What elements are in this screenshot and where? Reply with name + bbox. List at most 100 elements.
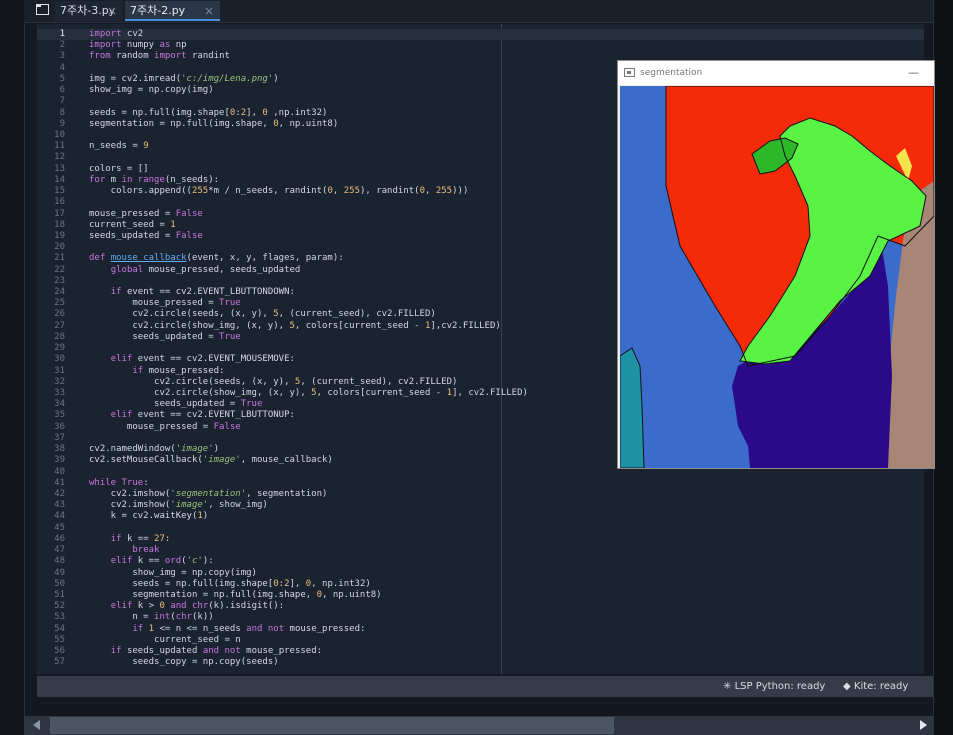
code-text: colors.append((255*m / n_seeds, randint(… — [89, 186, 469, 197]
code-line[interactable]: 54 if 1 <= n <= n_seeds and not mouse_pr… — [37, 624, 924, 635]
code-text: segmentation = np.full(img.shape, 0, np.… — [89, 118, 339, 129]
line-number: 1 — [59, 29, 65, 39]
code-text: if 1 <= n <= n_seeds and not mouse_press… — [132, 623, 366, 634]
horizontal-scrollbar[interactable] — [24, 716, 933, 735]
scrollbar-thumb[interactable] — [50, 717, 614, 734]
code-text: break — [132, 545, 160, 556]
code-line[interactable]: 43 cv2.imshow('image', show_img) — [37, 500, 924, 511]
code-text: cv2.namedWindow('image') — [89, 444, 220, 455]
line-number: 28 — [54, 331, 65, 342]
code-text: global mouse_pressed, seeds_updated — [110, 264, 301, 275]
line-number: 50 — [54, 578, 65, 589]
code-text: if event == cv2.EVENT_LBUTTONDOWN: — [110, 287, 295, 298]
code-line[interactable]: 48 elif k == ord('c'): — [37, 556, 924, 567]
code-text: cv2.imshow('image', show_img) — [89, 500, 268, 511]
code-text: n_seeds = 9 — [89, 141, 149, 152]
line-number: 22 — [54, 264, 65, 275]
segmentation-window[interactable]: segmentation — — [617, 60, 935, 469]
close-icon[interactable]: × — [204, 1, 214, 21]
line-number: 20 — [54, 242, 65, 253]
line-number: 48 — [54, 556, 65, 567]
kite-label: Kite: ready — [853, 681, 909, 692]
lsp-status[interactable]: ✳ LSP Python: ready — [723, 676, 825, 697]
code-text: show_img = np.copy(img) — [89, 85, 214, 96]
line-number: 13 — [54, 163, 65, 174]
line-number: 57 — [54, 657, 65, 668]
window-titlebar[interactable]: segmentation — — [618, 61, 934, 85]
code-text: seeds = np.full(img.shape[0:2], 0, np.in… — [89, 578, 371, 589]
line-number: 35 — [54, 410, 65, 421]
tab-7주차-3[interactable]: 7주차-3.py × — [55, 1, 123, 21]
tab-bar: 7주차-3.py × 7주차-2.py × — [24, 0, 933, 23]
line-number: 44 — [54, 511, 65, 522]
line-number: 3 — [59, 51, 65, 62]
kite-status[interactable]: ◆ Kite: ready — [843, 676, 908, 697]
line-number: 2 — [59, 40, 65, 51]
code-text: n = int(chr(k)) — [89, 612, 214, 623]
code-line[interactable]: 51 segmentation = np.full(img.shape, 0, … — [37, 590, 924, 601]
code-text: while True: — [89, 477, 149, 488]
code-line[interactable]: 50 seeds = np.full(img.shape[0:2], 0, np… — [37, 579, 924, 590]
line-number: 6 — [59, 85, 65, 96]
line-number: 45 — [54, 522, 65, 533]
line-number: 49 — [54, 567, 65, 578]
code-text: cv2.circle(seeds, (x, y), 5, (current_se… — [89, 309, 436, 320]
line-number: 46 — [54, 533, 65, 544]
code-line[interactable]: 41 while True: — [37, 478, 924, 489]
lsp-label: LSP Python: ready — [734, 681, 826, 692]
code-text: def mouse_callback(event, x, y, flages, … — [89, 253, 344, 264]
code-text: current_seed = 1 — [89, 219, 176, 230]
code-line[interactable]: 55 current_seed = n — [37, 635, 924, 646]
status-bar: ✳ LSP Python: ready ◆ Kite: ready — [37, 676, 933, 697]
line-number: 11 — [54, 141, 65, 152]
line-number: 10 — [54, 129, 65, 140]
minimize-button[interactable]: — — [908, 61, 919, 85]
code-line[interactable]: 44 k = cv2.waitKey(1) — [37, 511, 924, 522]
code-line[interactable]: 47 break — [37, 545, 924, 556]
tab-7주차-2[interactable]: 7주차-2.py × — [125, 1, 220, 21]
folder-icon[interactable] — [36, 4, 49, 15]
code-text: colors = [] — [89, 163, 149, 174]
line-number: 19 — [54, 230, 65, 241]
code-text: k = cv2.waitKey(1) — [89, 511, 209, 522]
line-number: 36 — [54, 421, 65, 432]
segmentation-image — [620, 86, 934, 468]
line-number: 33 — [54, 388, 65, 398]
scroll-right-icon[interactable] — [920, 720, 927, 730]
code-line[interactable]: 52 elif k > 0 and chr(k).isdigit(): — [37, 601, 924, 612]
code-text: import numpy as np — [89, 40, 187, 51]
code-line[interactable]: 53 n = int(chr(k)) — [37, 612, 924, 623]
code-text: cv2.imshow('segmentation', segmentation) — [89, 488, 328, 499]
code-text: if mouse_pressed: — [132, 365, 225, 376]
line-number: 32 — [54, 376, 65, 387]
line-number: 9 — [59, 118, 65, 129]
code-text: show_img = np.copy(img) — [89, 567, 257, 578]
code-line[interactable]: 46 if k == 27: — [37, 534, 924, 545]
right-gutter — [933, 0, 953, 735]
line-number: 23 — [54, 275, 65, 286]
code-text: seeds = np.full(img.shape[0:2], 0 ,np.in… — [89, 107, 328, 118]
code-text: seeds_copy = np.copy(seeds) — [89, 657, 279, 668]
scroll-left-icon[interactable] — [33, 720, 40, 730]
line-number: 25 — [54, 298, 65, 309]
code-line[interactable]: 45 — [37, 523, 924, 534]
close-icon[interactable]: × — [107, 1, 117, 21]
code-line[interactable]: 42 cv2.imshow('segmentation', segmentati… — [37, 489, 924, 500]
code-text: img = cv2.imread('c:/img/Lena.png') — [89, 73, 279, 84]
line-number: 12 — [54, 152, 65, 163]
code-text: mouse_pressed = False — [89, 421, 241, 432]
window-title: segmentation — [640, 68, 703, 78]
lsp-icon: ✳ — [723, 681, 732, 692]
line-number: 4 — [59, 62, 65, 73]
line-number: 21 — [54, 253, 65, 264]
code-line[interactable]: 57 seeds_copy = np.copy(seeds) — [37, 657, 924, 668]
line-number: 7 — [59, 96, 65, 107]
left-gutter — [0, 0, 25, 735]
code-line[interactable]: 56 if seeds_updated and not mouse_presse… — [37, 646, 924, 657]
line-number: 24 — [54, 287, 65, 298]
line-number: 54 — [54, 623, 65, 634]
code-line[interactable]: 2 import numpy as np — [37, 40, 924, 51]
code-line[interactable]: 1 import cv2 — [37, 29, 924, 41]
segmentation-canvas[interactable] — [620, 86, 934, 468]
code-line[interactable]: 49 show_img = np.copy(img) — [37, 568, 924, 579]
